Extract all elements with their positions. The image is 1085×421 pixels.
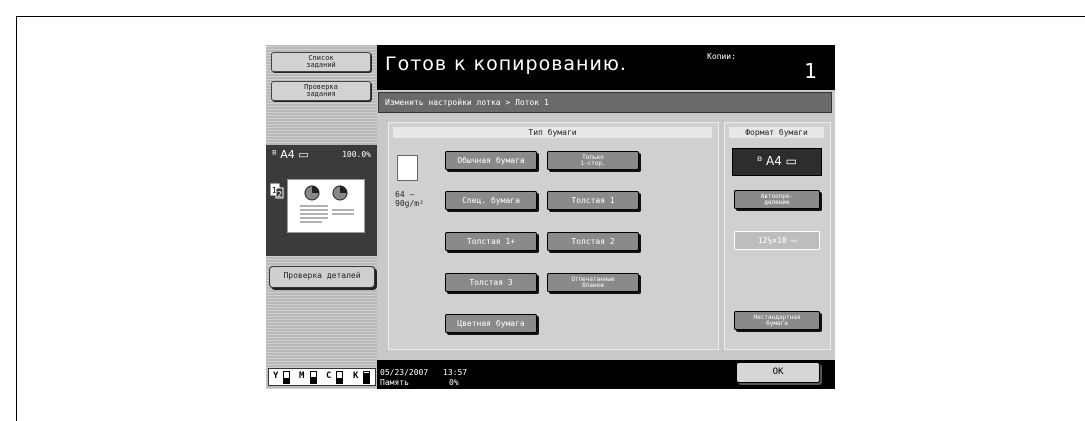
status-header: Готов к копированию. Копии: 1	[377, 45, 835, 90]
page-thumbnail	[287, 179, 365, 233]
copy-mode-icon: 1 2	[270, 183, 284, 199]
paper-type-heading: Тип бумаги	[393, 127, 712, 138]
color-paper-button[interactable]: Цветная бумага	[445, 314, 537, 333]
special-paper-button[interactable]: Спец. бумага	[445, 191, 537, 210]
copier-screen: Список заданий Проверка задания ᴮ A4 ▭ 1…	[266, 45, 835, 389]
ok-button[interactable]: OK	[736, 362, 820, 383]
breadcrumb: Изменить настройки лотка > Лоток 1	[378, 92, 832, 113]
toner-k-bar	[363, 371, 370, 384]
preview-paper: ᴮ A4 ▭	[272, 148, 309, 161]
preview-zoom: 100.0%	[342, 150, 371, 159]
auto-detect-button[interactable]: Автоопре- деление	[734, 190, 820, 209]
thick-3-button[interactable]: Толстая 3	[445, 273, 537, 292]
single-side-button[interactable]: Только 1-стор.	[547, 151, 639, 170]
thick-2-button[interactable]: Толстая 2	[547, 232, 639, 251]
toner-y-bar	[283, 371, 290, 384]
frame-top-line	[16, 16, 1085, 17]
copies-count: 1	[804, 59, 817, 83]
check-details-button[interactable]: Проверка деталей	[269, 266, 375, 288]
a4-size-button[interactable]: ᴮ A4 ▭	[732, 148, 822, 176]
toner-k-label: K	[353, 371, 359, 381]
letterhead-button[interactable]: Отпечатанные бланки	[547, 273, 639, 292]
job-list-button[interactable]: Список заданий	[271, 52, 371, 72]
copies-label: Копии:	[707, 52, 736, 61]
paper-weight: 64 – 90g/m²	[395, 190, 424, 208]
footer-time: 13:57	[443, 368, 468, 377]
toner-m-label: M	[299, 371, 305, 381]
thumbnail-content-icon	[300, 185, 354, 223]
toner-c-label: C	[326, 371, 332, 381]
thick-1-button[interactable]: Толстая 1	[547, 191, 639, 210]
thick-1-plus-button[interactable]: Толстая 1+	[445, 232, 537, 251]
inch-size-button[interactable]: 12¼×18 ▭	[734, 231, 820, 250]
paper-size-panel: Формат бумаги ᴮ A4 ▭ Автоопре- деление 1…	[724, 122, 831, 350]
paper-size-heading: Формат бумаги	[729, 127, 824, 138]
status-title: Готов к копированию.	[385, 53, 627, 75]
plain-paper-button[interactable]: Обычная бумага	[445, 151, 537, 170]
svg-text:2: 2	[277, 190, 282, 199]
toner-m-bar	[310, 371, 317, 384]
footer-date: 05/23/2007	[380, 368, 429, 377]
memory-label: Память	[380, 378, 409, 387]
job-check-button[interactable]: Проверка задания	[271, 81, 371, 101]
paper-type-panel: Тип бумаги 64 – 90g/m² Обычная бумага То…	[388, 122, 719, 350]
frame-left-line	[16, 16, 17, 421]
toner-levels: Y M C K	[268, 368, 376, 386]
memory-value: 0%	[449, 378, 459, 387]
left-panel: Список заданий Проверка задания ᴮ A4 ▭ 1…	[266, 45, 377, 389]
toner-c-bar	[336, 371, 343, 384]
toner-y-label: Y	[273, 371, 279, 381]
custom-paper-button[interactable]: Нестандартная бумага	[734, 311, 820, 330]
paper-sheet-icon	[397, 155, 418, 181]
copy-preview: ᴮ A4 ▭ 100.0% 1 2	[266, 145, 377, 256]
